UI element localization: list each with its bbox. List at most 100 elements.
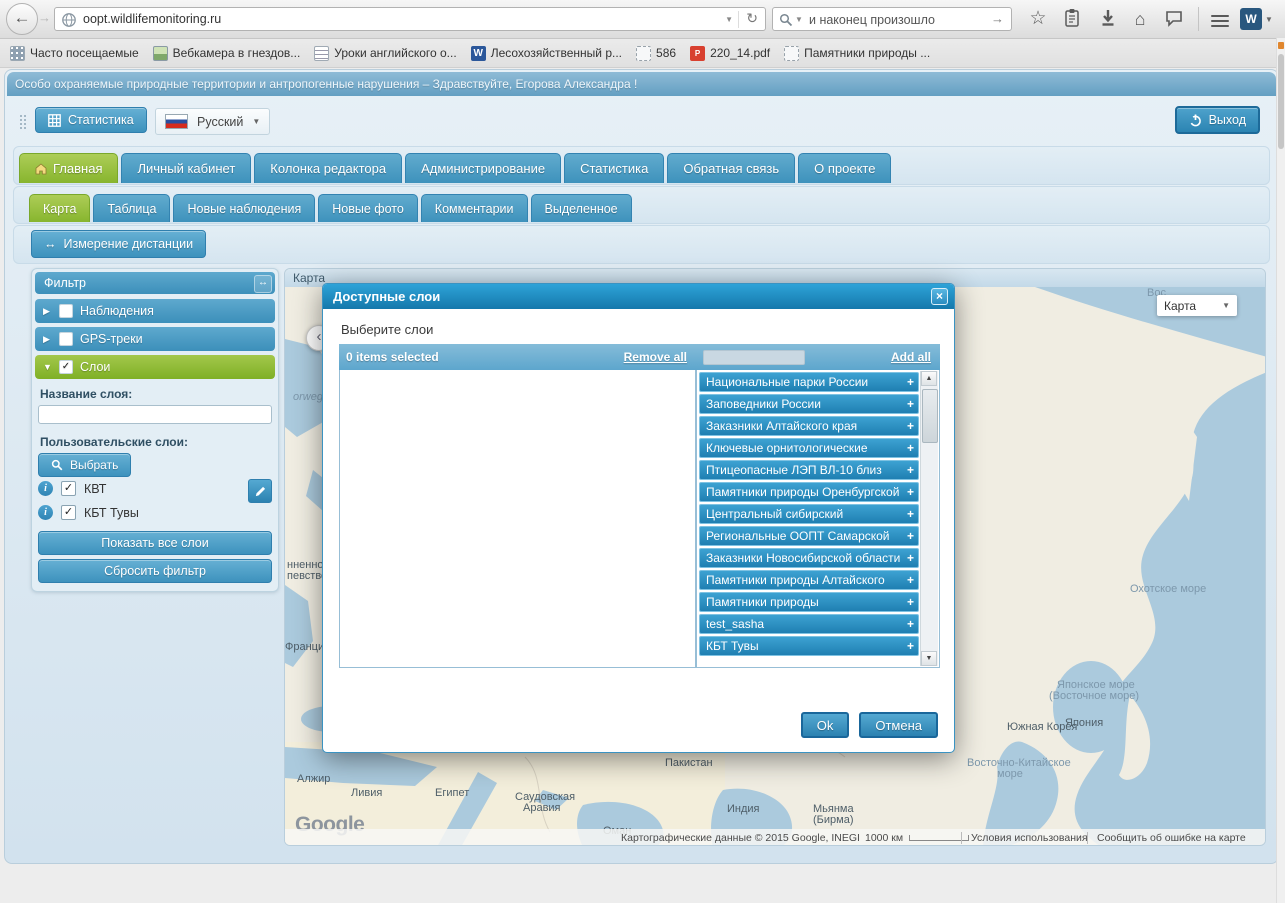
tab-kolonka-redaktora[interactable]: Колонка редактора xyxy=(254,153,402,183)
available-layer[interactable]: test_sasha+ xyxy=(699,614,919,634)
add-layer-icon[interactable]: + xyxy=(907,439,914,458)
logout-button[interactable]: Выход xyxy=(1175,106,1260,134)
forward-button[interactable]: → xyxy=(38,10,51,25)
layer-name-input[interactable] xyxy=(38,405,272,424)
search-go-icon[interactable]: → xyxy=(991,11,1004,26)
available-layer[interactable]: Памятники природы Оренбургской+ xyxy=(699,482,919,502)
subtab-kommentarii[interactable]: Комментарии xyxy=(421,194,528,222)
bookmarks-panel-icon[interactable] xyxy=(1060,8,1084,30)
scroll-up-icon[interactable]: ▲ xyxy=(921,371,937,386)
search-bar[interactable]: ▼ → xyxy=(772,7,1012,31)
bookmark-item[interactable]: P220_14.pdf xyxy=(690,46,770,61)
reset-filter-button[interactable]: Сбросить фильтр xyxy=(38,559,272,583)
bookmark-item[interactable]: Уроки английского о... xyxy=(314,46,456,61)
layers-checkbox[interactable]: ✓ xyxy=(59,360,73,374)
close-icon[interactable]: × xyxy=(931,288,948,305)
reload-icon[interactable]: ↻ xyxy=(746,10,758,27)
url-bar[interactable]: oopt.wildlifemonitoring.ru ▼ ↻ xyxy=(54,7,766,31)
subtab-vydelennoe[interactable]: Выделенное xyxy=(531,194,632,222)
scrollbar-thumb[interactable] xyxy=(922,389,938,443)
show-all-layers-button[interactable]: Показать все слои xyxy=(38,531,272,555)
chat-icon[interactable] xyxy=(1162,8,1186,30)
ok-button[interactable]: Ok xyxy=(801,712,850,738)
collapse-icon[interactable]: ▼ xyxy=(43,362,52,372)
available-layer[interactable]: Птицеопасные ЛЭП ВЛ-10 близ+ xyxy=(699,460,919,480)
add-layer-icon[interactable]: + xyxy=(907,417,914,436)
map-type-selector[interactable]: Карта ▼ xyxy=(1157,295,1237,316)
subtab-karta[interactable]: Карта xyxy=(29,194,90,222)
add-layer-icon[interactable]: + xyxy=(907,571,914,590)
add-layer-icon[interactable]: + xyxy=(907,593,914,612)
add-layer-icon[interactable]: + xyxy=(907,505,914,524)
layer-kbt-tuvy-checkbox[interactable]: ✓ xyxy=(61,505,76,520)
add-layer-icon[interactable]: + xyxy=(907,373,914,392)
tab-lichnyi-kabinet[interactable]: Личный кабинет xyxy=(121,153,251,183)
downloads-icon[interactable] xyxy=(1096,8,1120,30)
add-layer-icon[interactable]: + xyxy=(907,637,914,656)
menu-icon[interactable] xyxy=(1208,8,1232,34)
browser-scrollbar-thumb[interactable] xyxy=(1278,54,1284,149)
search-input[interactable] xyxy=(807,10,981,30)
terms-link[interactable]: Условия использования xyxy=(961,832,1088,844)
add-layer-icon[interactable]: + xyxy=(907,615,914,634)
back-button[interactable]: ← xyxy=(6,3,38,35)
select-layers-button[interactable]: Выбрать xyxy=(38,453,131,477)
bookmark-item[interactable]: Часто посещаемые xyxy=(10,46,139,61)
url-dropdown-icon[interactable]: ▼ xyxy=(725,15,733,24)
filter-section-observations[interactable]: ▶ Наблюдения xyxy=(35,299,275,323)
expand-icon[interactable]: ▶ xyxy=(43,334,52,345)
subtab-novye-foto[interactable]: Новые фото xyxy=(318,194,418,222)
bookmark-item[interactable]: 586 xyxy=(636,46,676,61)
search-engine-caret-icon[interactable]: ▼ xyxy=(795,15,803,24)
add-layer-icon[interactable]: + xyxy=(907,483,914,502)
add-layer-icon[interactable]: + xyxy=(907,527,914,546)
filter-collapse-icon[interactable]: ↔ xyxy=(254,275,272,293)
layer-kvt-checkbox[interactable]: ✓ xyxy=(61,481,76,496)
edit-layer-button[interactable] xyxy=(248,479,272,503)
expand-icon[interactable]: ▶ xyxy=(43,306,52,317)
available-layer[interactable]: Памятники природы+ xyxy=(699,592,919,612)
available-layer[interactable]: Заповедники России+ xyxy=(699,394,919,414)
bookmark-item[interactable]: WЛесохозяйственный р... xyxy=(471,46,622,61)
gps-tracks-checkbox[interactable] xyxy=(59,332,73,346)
measure-distance-button[interactable]: ↔ Измерение дистанции xyxy=(31,230,206,258)
remove-all-link[interactable]: Remove all xyxy=(624,350,687,364)
language-selector[interactable]: Русский ▼ xyxy=(155,108,270,135)
available-layer[interactable]: Национальные парки России+ xyxy=(699,372,919,392)
scroll-down-icon[interactable]: ▼ xyxy=(921,651,937,666)
info-icon[interactable]: i xyxy=(38,505,53,520)
subtab-novye-nablyudeniya[interactable]: Новые наблюдения xyxy=(173,194,315,222)
available-layer[interactable]: Центральный сибирский+ xyxy=(699,504,919,524)
statistics-button[interactable]: Статистика xyxy=(35,107,147,133)
add-all-link[interactable]: Add all xyxy=(891,350,931,364)
addon-caret-icon[interactable]: ▼ xyxy=(1265,15,1273,24)
filter-section-gps-tracks[interactable]: ▶ GPS-треки xyxy=(35,327,275,351)
tab-administrirovanie[interactable]: Администрирование xyxy=(405,153,561,183)
available-layer[interactable]: Памятники природы Алтайского+ xyxy=(699,570,919,590)
add-layer-icon[interactable]: + xyxy=(907,549,914,568)
add-layer-icon[interactable]: + xyxy=(907,461,914,480)
tab-statistika[interactable]: Статистика xyxy=(564,153,664,183)
filter-section-layers[interactable]: ▼ ✓ Слои xyxy=(35,355,275,379)
toolbar-grip[interactable] xyxy=(19,114,26,130)
selected-layers-list[interactable] xyxy=(339,370,696,668)
layers-scrollbar[interactable]: ▲ ▼ xyxy=(920,371,938,666)
available-layer[interactable]: Региональные ООПТ Самарской+ xyxy=(699,526,919,546)
add-layer-icon[interactable]: + xyxy=(907,395,914,414)
observations-checkbox[interactable] xyxy=(59,304,73,318)
addon-w-icon[interactable]: W xyxy=(1240,8,1262,30)
bookmark-star-icon[interactable]: ☆ xyxy=(1026,8,1050,30)
info-icon[interactable]: i xyxy=(38,481,53,496)
available-layer[interactable]: Ключевые орнитологические+ xyxy=(699,438,919,458)
cancel-button[interactable]: Отмена xyxy=(859,712,938,738)
available-layer[interactable]: КБТ Тувы+ xyxy=(699,636,919,656)
report-error-link[interactable]: Сообщить об ошибке на карте xyxy=(1087,832,1246,844)
browser-scrollbar[interactable] xyxy=(1276,38,1285,903)
bookmark-item[interactable]: Вебкамера в гнездов... xyxy=(153,46,301,61)
available-layer[interactable]: Заказники Новосибирской области+ xyxy=(699,548,919,568)
tab-o-proekte[interactable]: О проекте xyxy=(798,153,891,183)
tab-glavnaya[interactable]: Главная xyxy=(19,153,118,183)
bookmark-item[interactable]: Памятники природы ... xyxy=(784,46,930,61)
home-toolbar-icon[interactable]: ⌂ xyxy=(1128,8,1152,30)
subtab-tablitsa[interactable]: Таблица xyxy=(93,194,170,222)
